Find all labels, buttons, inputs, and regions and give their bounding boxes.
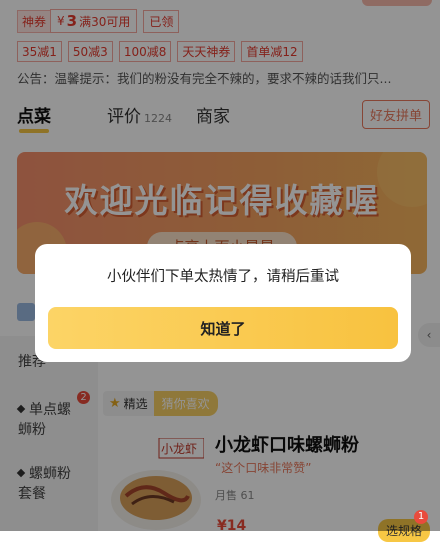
spec-badge: 1 <box>414 510 428 524</box>
error-dialog: 小伙伴们下单太热情了，请稍后重试 知道了 <box>35 244 411 362</box>
dialog-message: 小伙伴们下单太热情了，请稍后重试 <box>107 269 339 285</box>
confirm-button[interactable]: 知道了 <box>48 307 398 349</box>
store-page: 神券 ¥ 3 满30可用 已领 35减1 50减3 100减8 天天神券 首单减… <box>0 0 440 542</box>
